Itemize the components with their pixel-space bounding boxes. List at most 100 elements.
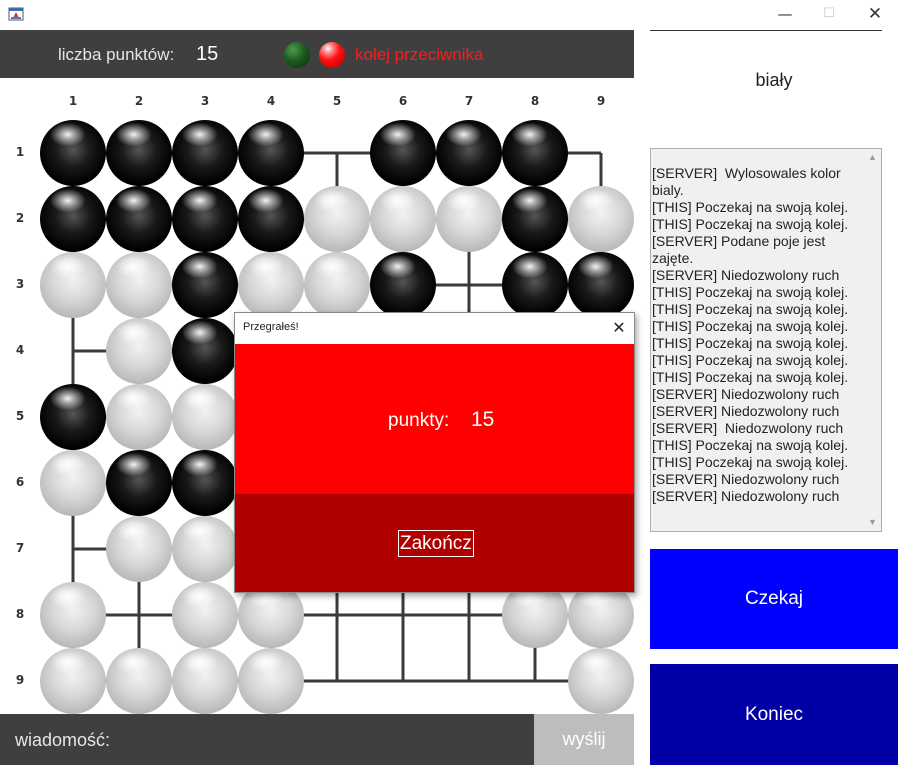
log-line: [SERVER] Niedozwolony ruch	[652, 403, 840, 419]
log-line: [THIS] Poczekaj na swoją kolej.	[652, 301, 849, 317]
black-stone	[238, 120, 304, 186]
wait-button[interactable]: Czekaj	[650, 549, 898, 649]
white-stone	[106, 318, 172, 384]
points-label: punkty:	[388, 410, 450, 431]
white-stone	[436, 186, 502, 252]
column-label: 1	[68, 94, 78, 108]
column-label: 3	[200, 94, 210, 108]
black-stone	[502, 186, 568, 252]
black-stone	[40, 384, 106, 450]
minimize-button[interactable]: —	[762, 0, 808, 30]
white-stone	[106, 252, 172, 318]
log-line: [THIS] Poczekaj na swoją kolej.	[652, 335, 849, 351]
message-bar: wiadomość: wyślij	[0, 714, 634, 767]
column-label: 4	[266, 94, 276, 108]
black-stone	[40, 120, 106, 186]
column-label: 2	[134, 94, 144, 108]
log-lines: [SERVER] Wylosowales kolor bialy. [THIS] …	[652, 165, 864, 505]
white-stone	[40, 450, 106, 516]
log-scrollbar[interactable]: ▲ ▼	[864, 149, 881, 531]
row-label: 1	[15, 145, 25, 159]
row-label: 2	[15, 211, 25, 225]
row-label: 4	[15, 343, 25, 357]
white-stone	[172, 648, 238, 714]
scroll-up-icon[interactable]: ▲	[864, 149, 881, 166]
white-stone	[568, 186, 634, 252]
window-titlebar: — ☐ ✕	[0, 0, 899, 30]
finish-button[interactable]: Zakończ	[398, 530, 474, 557]
black-stone	[370, 120, 436, 186]
row-label: 7	[15, 541, 25, 555]
column-label: 7	[464, 94, 474, 108]
white-stone	[238, 648, 304, 714]
column-label: 5	[332, 94, 342, 108]
green-indicator-icon	[284, 42, 310, 68]
black-stone	[436, 120, 502, 186]
black-stone	[172, 120, 238, 186]
log-line: [SERVER] Niedozwolony ruch	[652, 386, 840, 402]
scroll-down-icon[interactable]: ▼	[864, 514, 881, 531]
score-value: 15	[196, 43, 219, 65]
column-label: 8	[530, 94, 540, 108]
send-button[interactable]: wyślij	[534, 714, 634, 765]
column-label: 9	[596, 94, 606, 108]
message-label: wiadomość:	[15, 730, 111, 750]
red-indicator-icon	[319, 42, 345, 68]
black-stone	[172, 186, 238, 252]
white-stone	[370, 186, 436, 252]
white-stone	[172, 516, 238, 582]
log-line: [THIS] Poczekaj na swoją kolej.	[652, 352, 849, 368]
row-label: 3	[15, 277, 25, 291]
dialog-action-panel: Zakończ	[235, 494, 634, 592]
row-label: 5	[15, 409, 25, 423]
white-stone	[304, 252, 370, 318]
log-line: [THIS] Poczekaj na swoją kolej.	[652, 216, 849, 232]
log-line: [SERVER] Niedozwolony ruch	[652, 267, 840, 283]
server-log[interactable]: [SERVER] Wylosowales kolor bialy. [THIS] …	[650, 148, 882, 532]
black-stone	[502, 252, 568, 318]
white-stone	[40, 582, 106, 648]
white-stone	[172, 384, 238, 450]
log-line: [SERVER] Niedozwolony ruch	[652, 471, 840, 487]
row-label: 9	[15, 673, 25, 687]
log-line: [THIS] Poczekaj na swoją kolej.	[652, 284, 849, 300]
dialog-title: Przegrałeś!	[243, 321, 299, 333]
loss-dialog: Przegrałeś! ✕ punkty: 15 Zakończ	[234, 312, 635, 593]
white-stone	[304, 186, 370, 252]
black-stone	[172, 318, 238, 384]
black-stone	[370, 252, 436, 318]
maximize-button[interactable]: ☐	[806, 0, 852, 30]
player-color-label: biały	[755, 70, 793, 90]
row-label: 6	[15, 475, 25, 489]
log-line: [SERVER] Niedozwolony ruch	[652, 420, 844, 436]
row-label: 8	[15, 607, 25, 621]
white-stone	[172, 582, 238, 648]
score-label: liczba punktów:	[58, 45, 175, 64]
close-window-button[interactable]: ✕	[852, 0, 898, 30]
white-stone	[106, 516, 172, 582]
message-input[interactable]	[130, 714, 536, 767]
end-button[interactable]: Koniec	[650, 664, 898, 765]
black-stone	[502, 120, 568, 186]
log-line: [THIS] Poczekaj na swoją kolej.	[652, 454, 849, 470]
column-label: 6	[398, 94, 408, 108]
white-stone	[106, 384, 172, 450]
log-line: [THIS] Poczekaj na swoją kolej.	[652, 369, 849, 385]
panel-divider	[650, 30, 882, 31]
turn-status: kolej przeciwnika	[355, 45, 484, 64]
white-stone	[568, 648, 634, 714]
dialog-score-panel: punkty: 15	[235, 344, 634, 494]
white-stone	[106, 648, 172, 714]
black-stone	[106, 186, 172, 252]
black-stone	[568, 252, 634, 318]
log-line: [SERVER] Niedozwolony ruch	[652, 488, 840, 504]
points-value: 15	[471, 408, 495, 431]
black-stone	[172, 450, 238, 516]
log-line: [THIS] Poczekaj na swoją kolej.	[652, 318, 849, 334]
white-stone	[40, 252, 106, 318]
status-bar: liczba punktów: 15 kolej przeciwnika	[0, 30, 634, 78]
white-stone	[40, 648, 106, 714]
log-line: [SERVER] Wylosowales kolor bialy.	[652, 165, 845, 198]
dialog-close-button[interactable]: ✕	[605, 315, 633, 341]
log-line: [THIS] Poczekaj na swoją kolej.	[652, 199, 849, 215]
